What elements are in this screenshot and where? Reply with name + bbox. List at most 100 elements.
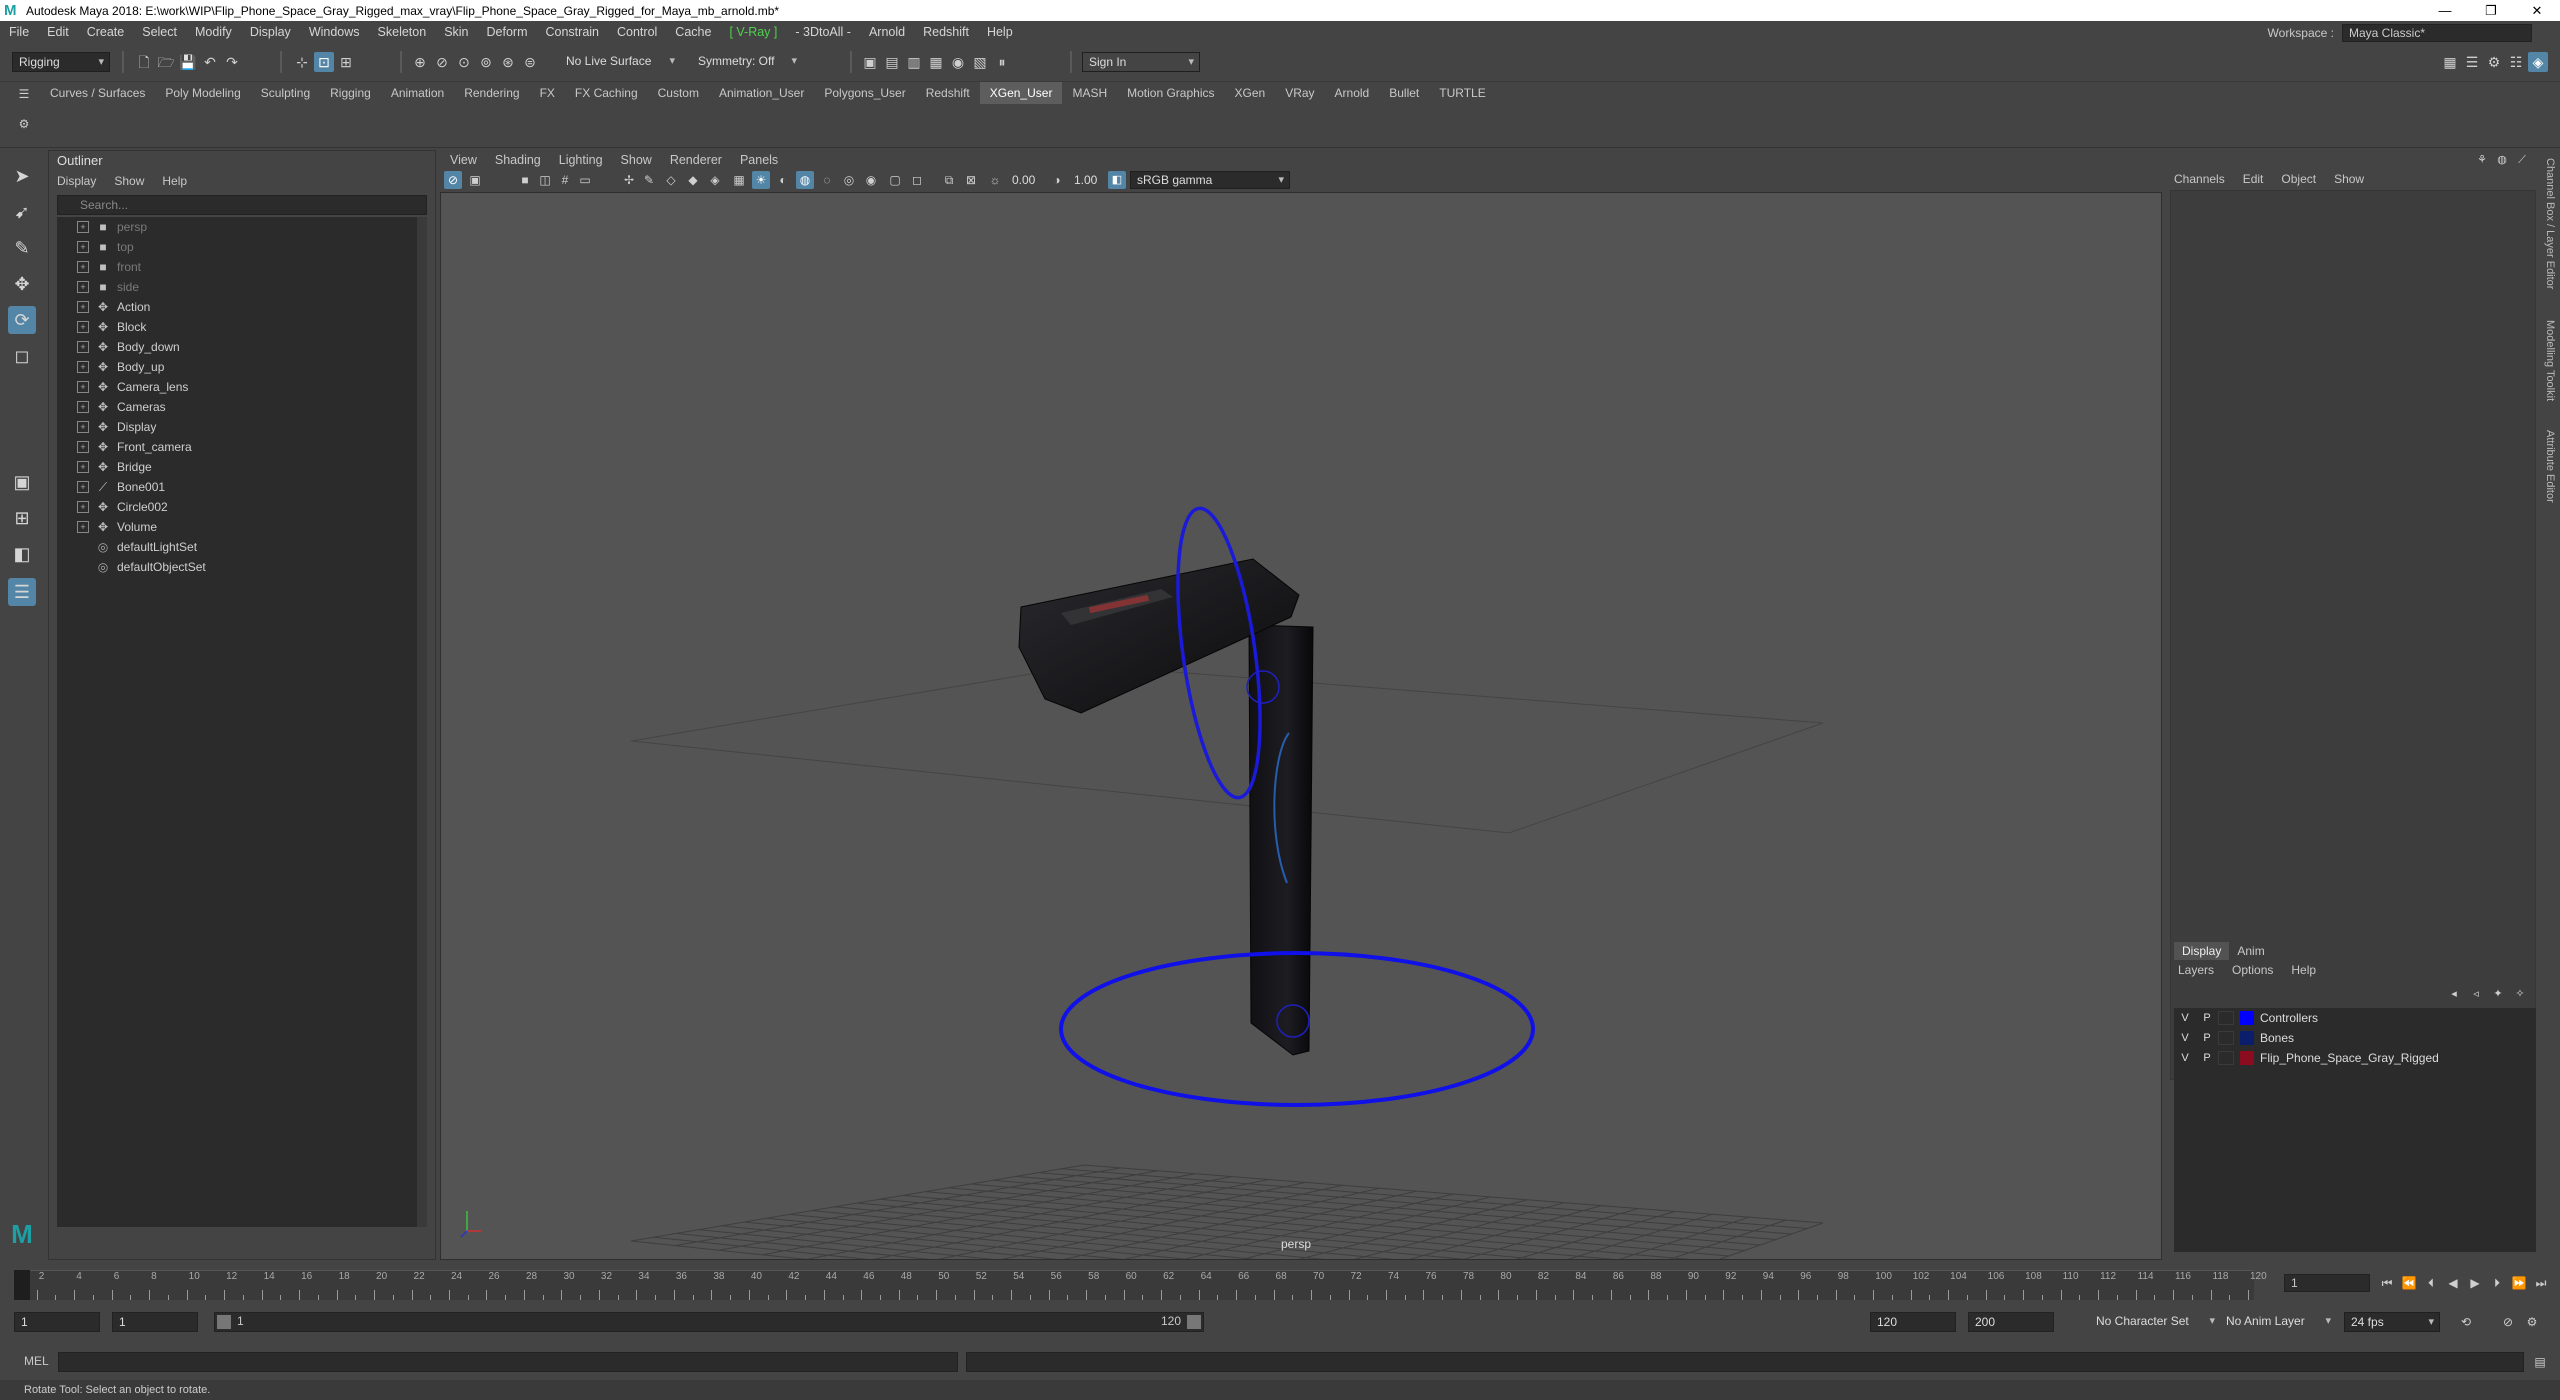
layer-tab-anim[interactable]: Anim (2229, 942, 2272, 960)
channel-box-menu-object[interactable]: Object (2281, 172, 2316, 186)
viewport-menu-show[interactable]: Show (621, 153, 652, 167)
select-object-icon[interactable]: ⊡ (314, 52, 334, 72)
grease-pencil-icon[interactable]: ✎ (640, 171, 658, 189)
shelf-tab-vray[interactable]: VRay (1275, 82, 1324, 104)
textured-icon[interactable]: ▦ (730, 171, 748, 189)
shelf-tab-turtle[interactable]: TURTLE (1429, 82, 1495, 104)
menu-edit[interactable]: Edit (38, 25, 78, 39)
outliner-search-field[interactable]: Search... (57, 195, 427, 215)
pan-zoom-icon[interactable]: ✢ (620, 171, 638, 189)
3d-viewport[interactable]: persp (440, 192, 2162, 1260)
snap-grid-icon[interactable]: ⊕ (410, 52, 430, 72)
save-scene-icon[interactable]: 💾 (178, 52, 198, 72)
bookmark-icon[interactable]: ■ (516, 171, 534, 189)
time-slider-track[interactable]: 1246810121416182022242628303234363840424… (14, 1270, 2267, 1300)
channel-box-options-icon[interactable]: ⟋ (2512, 150, 2532, 170)
menu-display[interactable]: Display (241, 25, 300, 39)
layer-row-controllers[interactable]: V P Controllers (2174, 1008, 2536, 1028)
shelf-tab-mash[interactable]: MASH (1062, 82, 1117, 104)
shelf-tab-poly-modeling[interactable]: Poly Modeling (155, 82, 250, 104)
step-back-frame-icon[interactable]: ⏴ (2420, 1276, 2442, 1291)
layer-menu-help[interactable]: Help (2291, 963, 2316, 977)
menu-modify[interactable]: Modify (186, 25, 241, 39)
single-view-layout-icon[interactable]: ▣ (8, 468, 36, 496)
shelf-tab-rigging[interactable]: Rigging (320, 82, 381, 104)
go-to-end-icon[interactable]: ⏭ (2530, 1276, 2552, 1291)
layer-menu-layers[interactable]: Layers (2178, 963, 2214, 977)
channel-box-menu-edit[interactable]: Edit (2243, 172, 2264, 186)
shelf-tab-rendering[interactable]: Rendering (454, 82, 529, 104)
expand-icon[interactable]: + (77, 321, 89, 333)
menu-select[interactable]: Select (133, 25, 186, 39)
menu-skin[interactable]: Skin (435, 25, 477, 39)
outliner-item-front[interactable]: + ■ front (57, 257, 427, 277)
expand-icon[interactable]: + (77, 461, 89, 473)
shelf-tab-arnold[interactable]: Arnold (1325, 82, 1380, 104)
use-all-lights-icon[interactable]: ☀ (752, 171, 770, 189)
expand-icon[interactable]: + (77, 341, 89, 353)
viewport-menu-renderer[interactable]: Renderer (670, 153, 722, 167)
hypershade-icon[interactable]: ◉ (948, 52, 968, 72)
layer-playback-toggle[interactable]: P (2196, 1052, 2218, 1064)
move-layer-down-icon[interactable]: ◃ (2466, 984, 2486, 1004)
outliner-item-default-light-set[interactable]: ◎ defaultLightSet (57, 537, 427, 557)
outliner-item-persp[interactable]: + ■ persp (57, 217, 427, 237)
layer-type-toggle[interactable] (2218, 1031, 2234, 1045)
ipr-render-icon[interactable]: ▥ (904, 52, 924, 72)
snap-curve-icon[interactable]: ⊘ (432, 52, 452, 72)
scale-tool-icon[interactable]: ◻ (8, 342, 36, 370)
menu-arnold[interactable]: Arnold (860, 25, 914, 39)
channel-box-icon[interactable]: ☷ (2506, 52, 2526, 72)
expand-icon[interactable]: + (77, 261, 89, 273)
select-tool-icon[interactable]: ➤ (8, 162, 36, 190)
outliner-item-block[interactable]: + ✥ Block (57, 317, 427, 337)
animation-preferences-icon[interactable]: ⚙ (2522, 1312, 2542, 1332)
new-layer-icon[interactable]: ✧ (2510, 984, 2530, 1004)
shelf-tab-motion-graphics[interactable]: Motion Graphics (1117, 82, 1224, 104)
render-settings-icon[interactable]: ▦ (926, 52, 946, 72)
layer-visibility-toggle[interactable]: V (2174, 1052, 2196, 1064)
outliner-item-bone001[interactable]: + ⟋ Bone001 (57, 477, 427, 497)
outliner-item-bridge[interactable]: + ✥ Bridge (57, 457, 427, 477)
four-view-layout-icon[interactable]: ⊞ (8, 504, 36, 532)
menu-file[interactable]: File (0, 25, 38, 39)
range-bar[interactable]: 1 120 (214, 1312, 1204, 1332)
layer-color-swatch[interactable] (2240, 1011, 2254, 1025)
expand-icon[interactable]: + (77, 281, 89, 293)
undo-icon[interactable]: ↶ (200, 52, 220, 72)
expand-icon[interactable]: + (77, 501, 89, 513)
shelf-tab-custom[interactable]: Custom (648, 82, 709, 104)
snap-live-icon[interactable]: ⊜ (520, 52, 540, 72)
outliner-menu-show[interactable]: Show (114, 174, 144, 188)
end-time-field[interactable]: 200 (1968, 1312, 2054, 1332)
menu-skeleton[interactable]: Skeleton (369, 25, 436, 39)
isolate-select-icon[interactable]: ▢ (886, 171, 904, 189)
color-management-icon[interactable]: ◧ (1108, 171, 1126, 189)
outliner-layout-icon[interactable]: ☰ (8, 578, 36, 606)
pause-icon[interactable]: ⏸ (992, 52, 1012, 72)
menu-help[interactable]: Help (978, 25, 1022, 39)
auto-key-icon[interactable]: ⊘ (2498, 1312, 2518, 1332)
command-language-label[interactable]: MEL (24, 1354, 49, 1368)
channel-box-refresh-icon[interactable]: ◍ (2492, 150, 2512, 170)
xray-icon[interactable]: ◻ (908, 171, 926, 189)
layer-visibility-toggle[interactable]: V (2174, 1012, 2196, 1024)
depth-of-field-icon[interactable]: ◉ (862, 171, 880, 189)
attribute-editor-icon[interactable]: ☰ (2462, 52, 2482, 72)
camera-attributes-icon[interactable]: ▣ (466, 171, 484, 189)
expand-icon[interactable]: + (77, 421, 89, 433)
snap-surface-icon[interactable]: ⊚ (476, 52, 496, 72)
menu-vray[interactable]: [ V-Ray ] (720, 25, 786, 39)
shelf-tab-animation-user[interactable]: Animation_User (709, 82, 814, 104)
go-to-start-icon[interactable]: ⏮ (2376, 1276, 2398, 1291)
shelf-tab-fx-caching[interactable]: FX Caching (565, 82, 648, 104)
current-frame-field[interactable]: 1 (2284, 1274, 2370, 1292)
shelf-tab-polygons-user[interactable]: Polygons_User (814, 82, 915, 104)
outliner-item-action[interactable]: + ✥ Action (57, 297, 427, 317)
menu-windows[interactable]: Windows (300, 25, 369, 39)
new-scene-icon[interactable]: 🗋 (134, 52, 154, 72)
layer-color-swatch[interactable] (2240, 1031, 2254, 1045)
viewport-menu-panels[interactable]: Panels (740, 153, 778, 167)
shelf-tab-sculpting[interactable]: Sculpting (251, 82, 320, 104)
layer-type-toggle[interactable] (2218, 1051, 2234, 1065)
